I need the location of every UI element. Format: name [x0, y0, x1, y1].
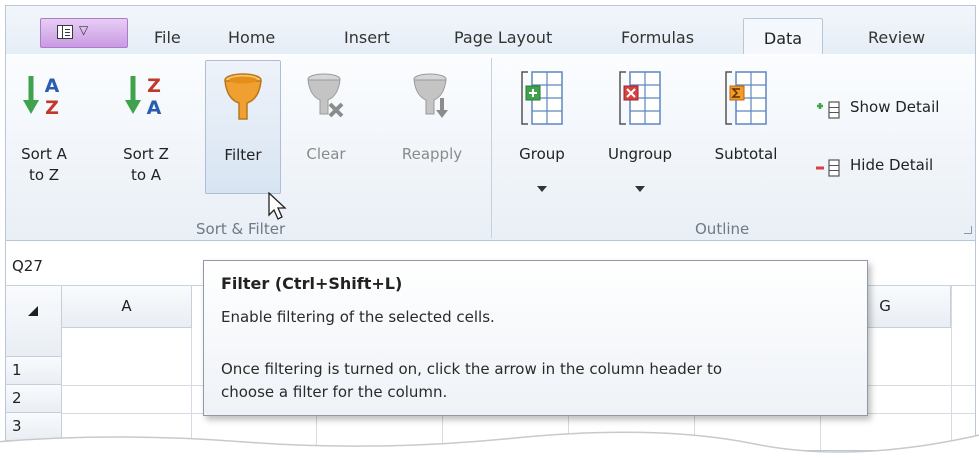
sort-a-to-z-label-2: to Z [28, 166, 60, 184]
svg-text:Z: Z [147, 75, 161, 97]
sort-filter-group-label: Sort & Filter [196, 220, 286, 238]
tooltip-detail-line-1: Once filtering is turned on, click the a… [221, 360, 722, 378]
subtotal-label: Subtotal [714, 145, 778, 163]
svg-text:A: A [147, 97, 162, 119]
ribbon-panel: A Z Sort A to Z Z A Sort Z to A Filter C… [6, 54, 975, 241]
svg-text:A: A [45, 75, 60, 97]
svg-text:Z: Z [45, 97, 59, 119]
dialog-launcher-icon[interactable] [964, 226, 972, 234]
tab-data[interactable]: Data [743, 18, 823, 55]
tab-file[interactable]: File [154, 28, 181, 47]
outline-group-label: Outline [695, 220, 750, 238]
ungroup-rows-icon [619, 71, 661, 125]
chevron-down-icon [635, 186, 645, 192]
subtotal-button[interactable]: Subtotal [702, 60, 790, 190]
tooltip-detail-line-2: choose a filter for the column. [221, 383, 448, 401]
chevron-down-icon: ▽ [79, 23, 89, 37]
sort-a-to-z-label-1: Sort A [21, 145, 67, 163]
filter-button[interactable]: Filter [205, 60, 281, 194]
tab-review[interactable]: Review [868, 28, 925, 47]
chevron-down-icon [537, 186, 547, 192]
reapply-filter-button[interactable]: Reapply [392, 60, 472, 190]
reapply-label: Reapply [401, 145, 463, 163]
row-header-1[interactable]: 1 [6, 357, 62, 385]
tooltip-description: Enable filtering of the selected cells. [221, 308, 495, 326]
filter-label: Filter [224, 146, 262, 164]
sort-z-to-a-label-1: Sort Z [123, 145, 169, 163]
group-separator [491, 58, 492, 238]
show-detail-label: Show Detail [850, 98, 940, 116]
tab-formulas[interactable]: Formulas [621, 28, 694, 47]
clear-filter-icon [307, 73, 344, 118]
ribbon-tab-bar: ▽ File Home Insert Page Layout Formulas … [6, 6, 975, 55]
sort-a-to-z-button[interactable]: A Z Sort A to Z [14, 60, 74, 190]
mouse-cursor-icon [268, 192, 287, 220]
torn-edge-decoration [0, 431, 979, 460]
row-header-2[interactable]: 2 [6, 385, 62, 413]
ungroup-button[interactable]: Ungroup [596, 60, 684, 192]
tab-home[interactable]: Home [228, 28, 275, 47]
group-label: Group [519, 145, 565, 163]
clear-label: Clear [306, 145, 346, 163]
hide-detail-label: Hide Detail [850, 156, 934, 174]
tab-page-layout[interactable]: Page Layout [454, 28, 552, 47]
spreadsheet-window: ▽ File Home Insert Page Layout Formulas … [5, 5, 976, 451]
group-button[interactable]: Group [506, 60, 578, 192]
ungroup-label: Ungroup [607, 145, 673, 163]
select-all-corner[interactable] [6, 286, 62, 357]
show-detail-icon [817, 101, 840, 119]
group-rows-icon [521, 71, 563, 125]
sort-ascending-icon: A Z [23, 75, 60, 119]
column-header-a[interactable]: A [62, 286, 192, 328]
window-layout-icon [57, 25, 73, 39]
filter-tooltip: Filter (Ctrl+Shift+L) Enable filtering o… [203, 260, 868, 416]
subtotal-sigma-icon [725, 71, 767, 125]
application-menu-button[interactable]: ▽ [40, 18, 128, 48]
hide-detail-icon [816, 159, 840, 177]
sort-z-to-a-button[interactable]: Z A Sort Z to A [116, 60, 176, 190]
select-all-triangle-icon [28, 306, 38, 316]
funnel-filter-icon [224, 73, 262, 120]
reapply-filter-icon [413, 73, 448, 118]
tab-insert[interactable]: Insert [344, 28, 390, 47]
clear-filter-button[interactable]: Clear [293, 60, 359, 190]
sort-z-to-a-label-2: to A [130, 166, 162, 184]
name-box[interactable]: Q27 [12, 257, 43, 275]
tooltip-title: Filter (Ctrl+Shift+L) [221, 274, 403, 293]
sort-descending-icon: Z A [125, 75, 162, 119]
